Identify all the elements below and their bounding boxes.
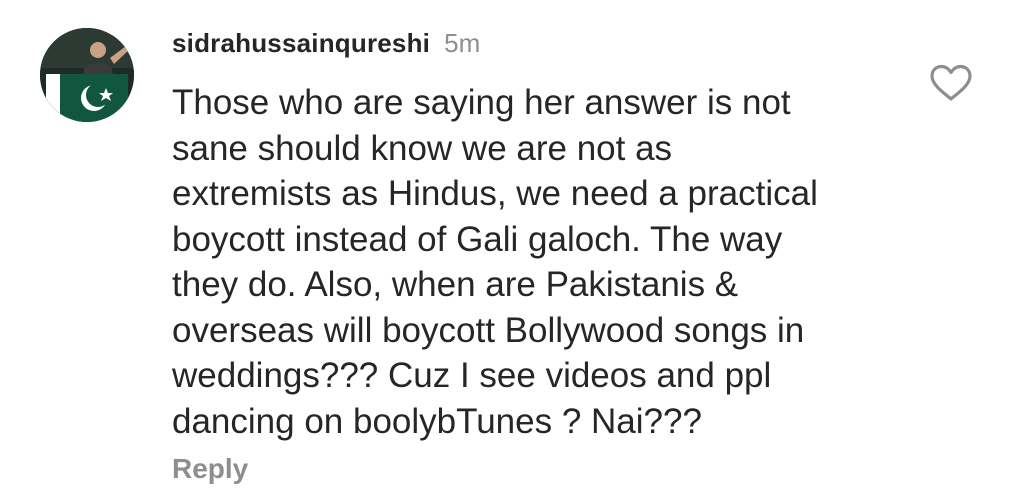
comment-text-line: boycott instead of Gali galoch. The way xyxy=(172,219,783,259)
comment-item: sidrahussainqureshi 5m Those who are say… xyxy=(0,0,1024,503)
timestamp: 5m xyxy=(444,28,481,58)
username-link[interactable]: sidrahussainqureshi xyxy=(172,28,430,59)
comment-text-line: sane should know we are not as xyxy=(172,128,673,168)
comment-text: Those who are saying her answer is not s… xyxy=(172,80,902,444)
comment-meta: sidrahussainqureshi 5m xyxy=(172,28,480,60)
comment-text-line: dancing on boolybTunes ? Nai??? xyxy=(172,401,702,441)
heart-outline-icon xyxy=(930,64,972,101)
avatar[interactable] xyxy=(40,28,134,122)
like-button[interactable] xyxy=(929,64,973,102)
comment-text-line: weddings??? Cuz I see videos and ppl xyxy=(172,356,772,395)
reply-button[interactable]: Reply xyxy=(172,453,248,485)
avatar-image xyxy=(40,28,134,122)
comment-text-line: they do. Also, when are Pakistanis & xyxy=(172,265,739,304)
comment-text-line: extremists as Hindus, we need a practica… xyxy=(172,174,818,213)
comment-text-line: overseas will boycott Bollywood songs in xyxy=(172,310,805,350)
comment-text-line: Those who are saying her answer is not xyxy=(172,83,791,122)
